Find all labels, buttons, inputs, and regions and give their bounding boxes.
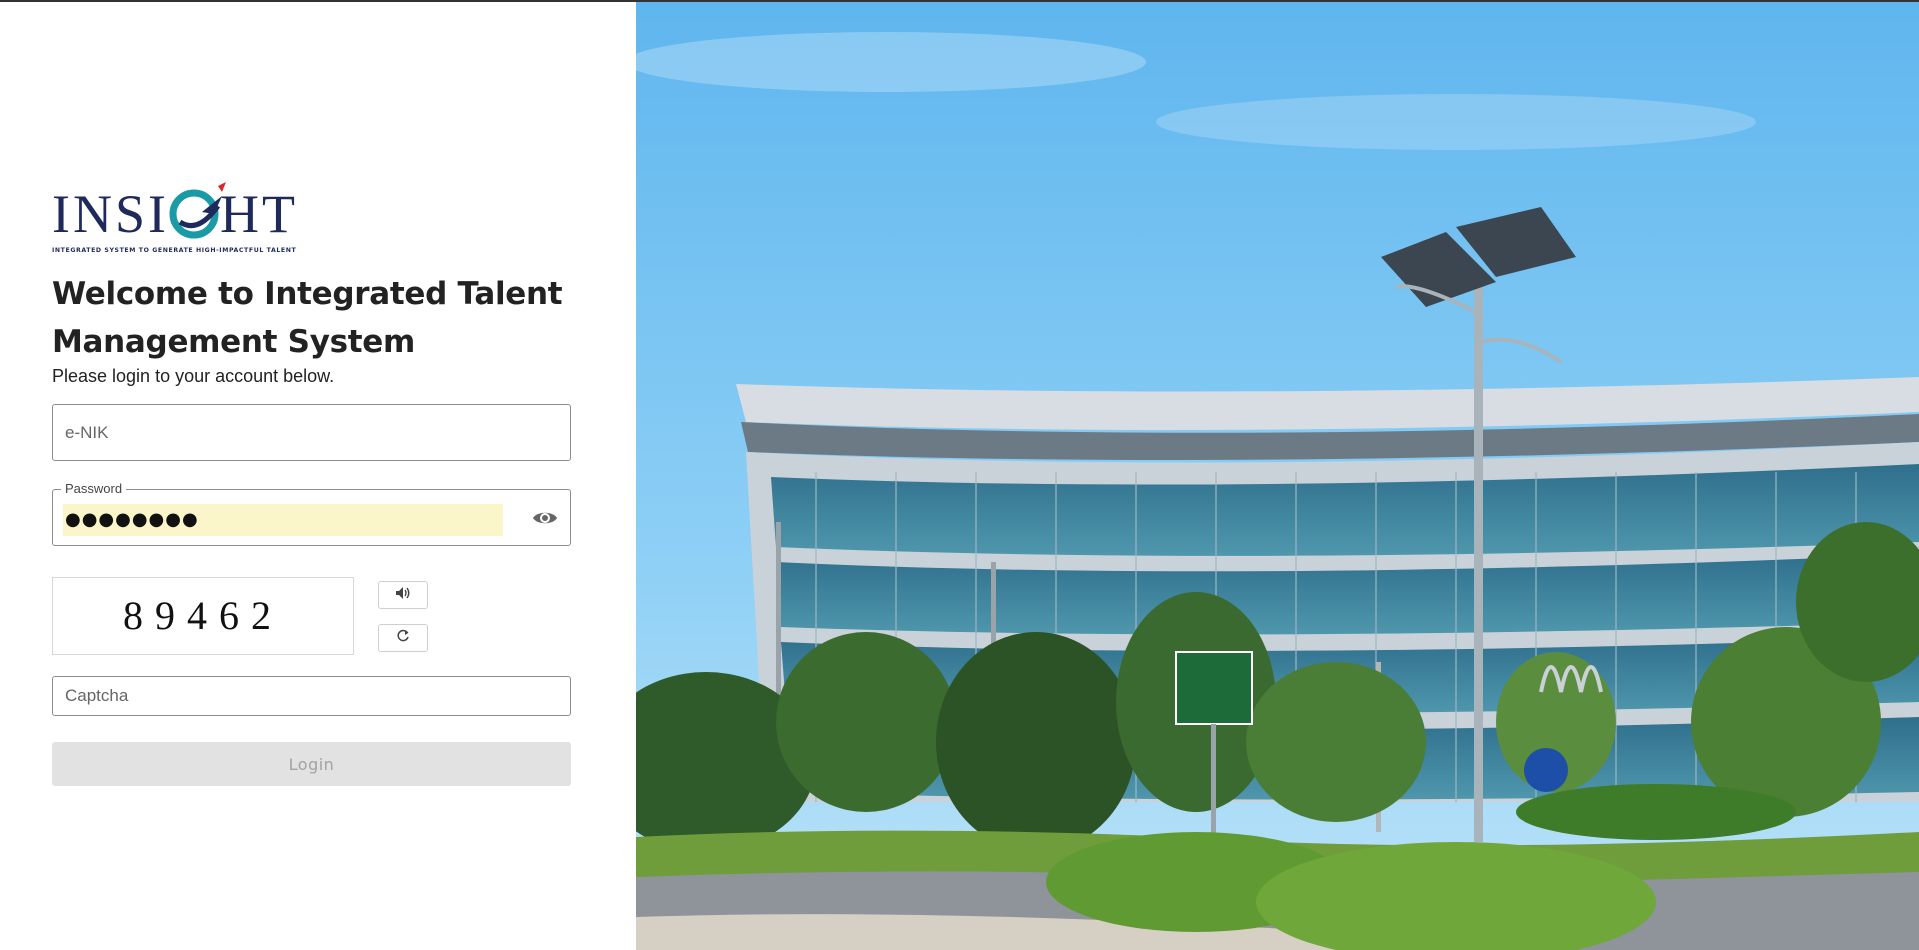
refresh-icon bbox=[396, 629, 410, 648]
captcha-audio-button[interactable] bbox=[378, 581, 428, 609]
svg-text:HT: HT bbox=[220, 184, 298, 244]
eye-icon[interactable] bbox=[532, 507, 558, 529]
enik-field[interactable] bbox=[52, 404, 571, 461]
page-title: Welcome to Integrated Talent Management … bbox=[52, 276, 563, 360]
password-input[interactable]: ●●●●●●●● bbox=[63, 504, 503, 536]
enik-input[interactable] bbox=[65, 420, 555, 446]
password-label: Password bbox=[61, 481, 127, 496]
captcha-refresh-button[interactable] bbox=[378, 624, 428, 652]
password-field[interactable]: Password ●●●●●●●● bbox=[52, 481, 571, 546]
building-photo bbox=[636, 2, 1919, 950]
captcha-code: 89462 bbox=[123, 593, 283, 638]
login-button[interactable]: Login bbox=[52, 742, 571, 786]
insight-logo: INSI HT INTEGRATED SYSTEM TO GENERATE HI… bbox=[52, 182, 302, 256]
login-panel: INSI HT INTEGRATED SYSTEM TO GENERATE HI… bbox=[0, 2, 636, 950]
captcha-field[interactable] bbox=[52, 676, 571, 716]
svg-text:INTEGRATED SYSTEM TO GENERATE: INTEGRATED SYSTEM TO GENERATE HIGH-IMPAC… bbox=[52, 247, 296, 254]
svg-text:INSI: INSI bbox=[52, 184, 169, 244]
captcha-image: 89462 bbox=[52, 577, 354, 655]
speaker-icon bbox=[395, 586, 411, 605]
captcha-input[interactable] bbox=[65, 685, 555, 707]
login-page: INSI HT INTEGRATED SYSTEM TO GENERATE HI… bbox=[0, 0, 1919, 950]
login-subtitle: Please login to your account below. bbox=[52, 366, 335, 386]
